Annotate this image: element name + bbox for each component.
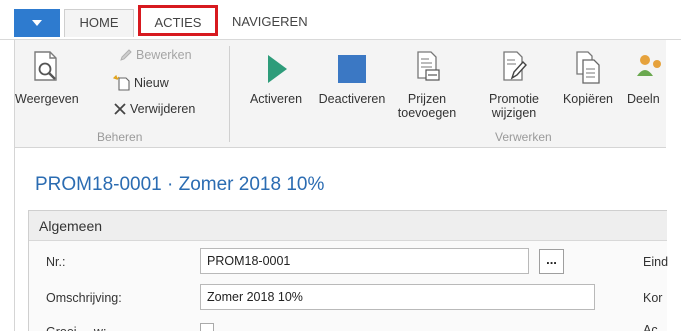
pencil-icon [120, 49, 132, 61]
kopieren-button[interactable]: Kopiëren [555, 50, 621, 106]
ribbon-tab-bar: HOME ACTIES NAVIGEREN [0, 0, 681, 40]
promotie-label-line1: Promotie [488, 92, 540, 106]
eind-label: Eind [643, 255, 669, 269]
add-prices-document-icon [417, 51, 440, 81]
deeln-label: Deeln [627, 92, 660, 106]
ac-label: Ac [643, 323, 658, 331]
partial-checkbox[interactable] [200, 323, 214, 331]
omschrijving-field[interactable]: Zomer 2018 10% [200, 284, 595, 310]
stop-icon [338, 55, 366, 83]
omschrijving-label: Omschrijving: [46, 291, 122, 305]
view-document-icon [34, 51, 57, 81]
fasttab-header[interactable]: Algemeen [29, 211, 667, 241]
edit-document-icon [503, 51, 527, 81]
ribbon: Weergeven Bewerken Nieuw Verwijderen Beh… [14, 40, 666, 148]
kor-label: Kor [643, 291, 663, 305]
page-title: PROM18-0001 · Zomer 2018 10% [35, 174, 325, 195]
app-menu-button[interactable] [14, 9, 60, 37]
activeren-label: Activeren [249, 92, 303, 106]
group-divider [229, 46, 230, 142]
nr-field[interactable]: PROM18-0001 [200, 248, 529, 274]
kopieren-label: Kopiëren [562, 92, 614, 106]
group-label-verwerken: Verwerken [495, 130, 552, 144]
verwijderen-label: Verwijderen [130, 102, 196, 116]
card-page: PROM18-0001 · Zomer 2018 10% Algemeen Nr… [14, 148, 669, 331]
activeren-button[interactable]: Activeren [243, 52, 309, 106]
assist-edit-button[interactable]: ... [539, 249, 564, 274]
tab-navigeren[interactable]: NAVIGEREN [232, 14, 308, 29]
verwijderen-button[interactable]: Verwijderen [113, 102, 195, 116]
prijzen-label-line2: toevoegen [397, 106, 457, 120]
partial-field-label: Groei ... w: [46, 323, 106, 331]
bewerken-button[interactable]: Bewerken [119, 48, 192, 62]
deactiveren-button[interactable]: Deactiveren [313, 52, 391, 106]
fasttab-algemeen: Algemeen Nr.: PROM18-0001 ... Omschrijvi… [28, 210, 669, 331]
deactiveren-label: Deactiveren [318, 92, 386, 106]
nieuw-label: Nieuw [134, 76, 169, 90]
nr-label: Nr.: [46, 255, 66, 269]
promotie-label-line2: wijzigen [491, 106, 537, 120]
new-document-icon [113, 75, 130, 91]
copy-document-icon [576, 51, 600, 84]
bewerken-label: Bewerken [136, 48, 192, 62]
group-label-beheren: Beheren [97, 130, 143, 144]
nieuw-button[interactable]: Nieuw [113, 75, 169, 91]
delete-x-icon [114, 103, 126, 115]
weergeven-button[interactable]: Weergeven [15, 50, 79, 106]
tab-home[interactable]: HOME [64, 9, 134, 37]
prijzen-toevoegen-button[interactable]: Prijzen toevoegen [395, 50, 459, 120]
promotie-wijzigen-button[interactable]: Promotie wijzigen [481, 50, 547, 120]
weergeven-label: Weergeven [15, 92, 79, 106]
play-icon [268, 55, 287, 83]
deelnemers-button[interactable]: Deeln [627, 50, 667, 106]
prijzen-label-line1: Prijzen [407, 92, 447, 106]
tab-acties[interactable]: ACTIES [138, 5, 218, 36]
caret-down-icon [32, 20, 42, 26]
people-icon [637, 55, 661, 76]
